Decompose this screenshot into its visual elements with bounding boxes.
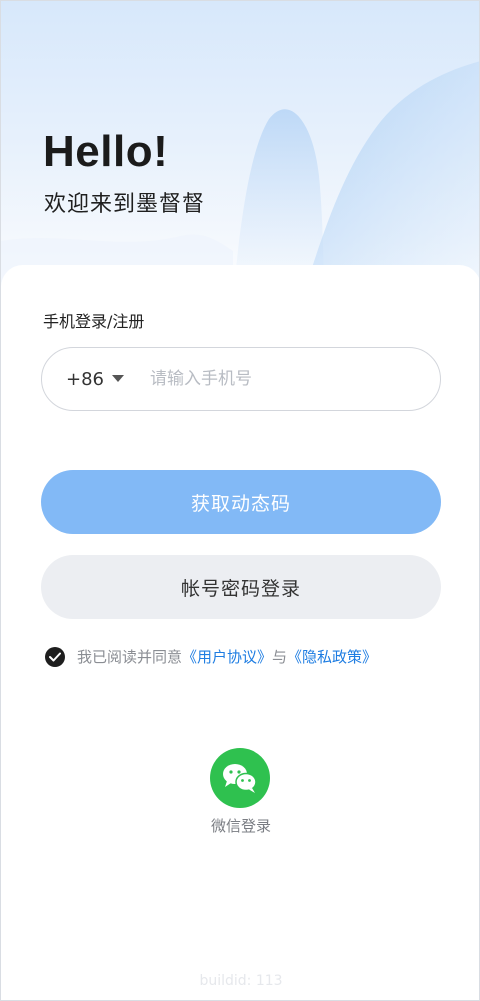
check-icon	[49, 652, 61, 661]
privacy-policy-link[interactable]: 《隐私政策》	[287, 646, 377, 667]
agreement-row: 我已阅读并同意 《用户协议》 与 《隐私政策》	[45, 646, 377, 667]
hero-title: Hello!	[43, 127, 169, 176]
agreement-prefix: 我已阅读并同意	[77, 648, 183, 666]
agreement-conjunction: 与	[272, 648, 288, 666]
build-id: buildid: 113	[199, 973, 283, 989]
wechat-icon	[223, 764, 257, 793]
login-section-label: 手机登录/注册	[43, 312, 145, 331]
password-login-button[interactable]: 帐号密码登录	[41, 555, 441, 619]
wechat-login-button[interactable]	[210, 748, 270, 808]
country-code-selector[interactable]: +86	[66, 369, 124, 390]
agreement-checkbox[interactable]	[45, 646, 65, 667]
hero-subtitle: 欢迎来到墨督督	[44, 192, 206, 217]
user-agreement-link[interactable]: 《用户协议》	[182, 646, 272, 667]
wechat-login-label: 微信登录	[210, 817, 271, 835]
phone-field: +86	[41, 347, 441, 411]
phone-input[interactable]	[150, 359, 400, 399]
caret-down-icon	[112, 375, 124, 382]
get-code-button[interactable]: 获取动态码	[41, 470, 441, 534]
country-code-label: +86	[66, 368, 104, 390]
login-screen: Hello! 欢迎来到墨督督 手机登录/注册 +86 获取动态码 帐号密码登录 …	[0, 0, 480, 1001]
